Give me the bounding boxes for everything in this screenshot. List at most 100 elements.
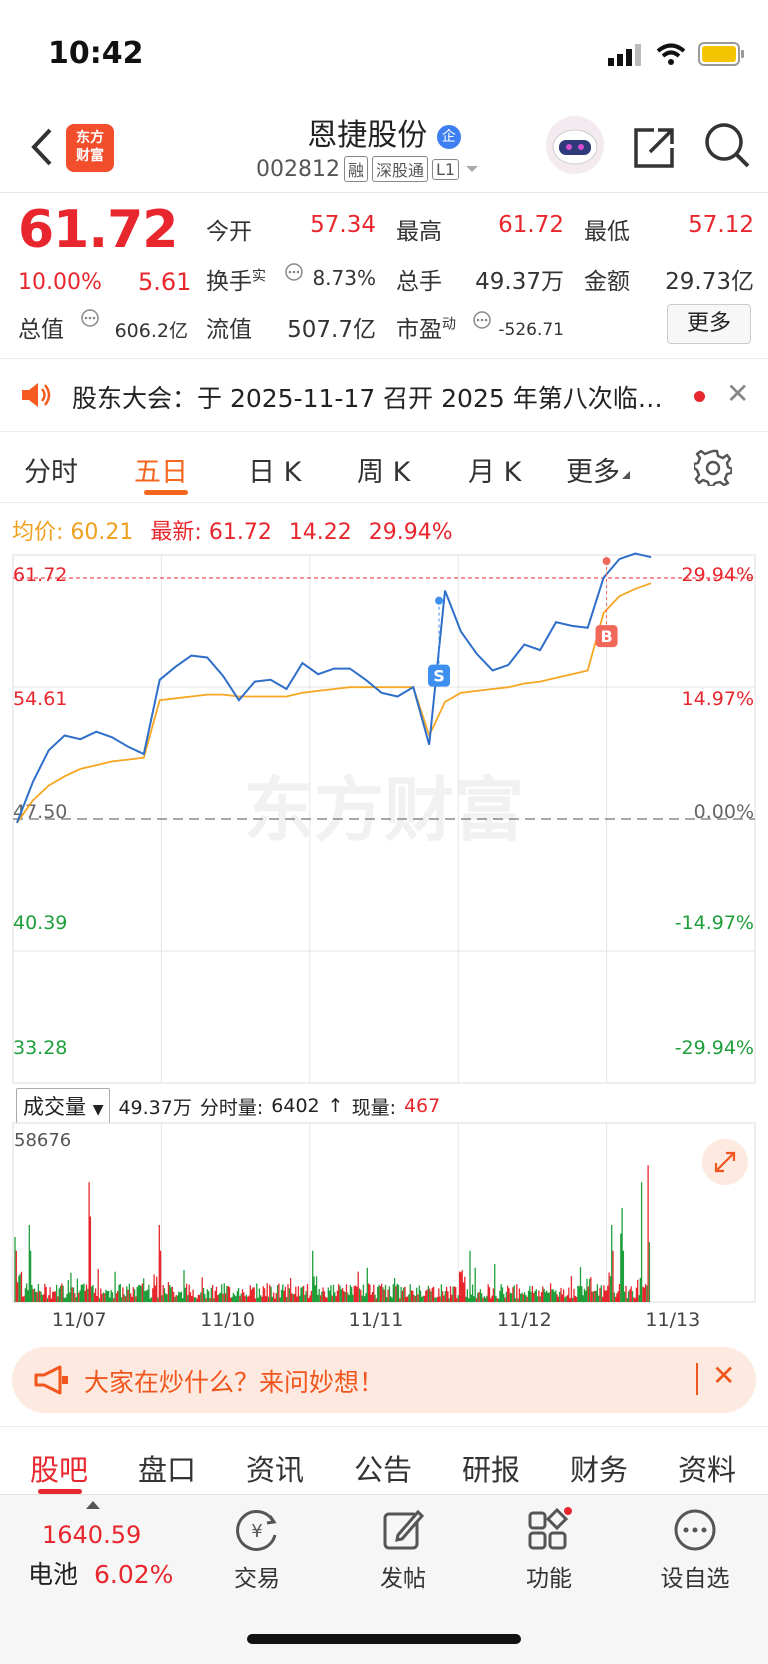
pe-label: 市盈动: [396, 310, 456, 344]
volume-frame: [12, 1122, 756, 1303]
volume-max-label: 58676: [14, 1130, 71, 1151]
stock-header: 东方 财富 恩捷股份 企 002812 融 深股通 L1: [0, 100, 768, 193]
sell-marker-label: S: [433, 667, 445, 686]
price-chart[interactable]: 东方财富61.7254.6147.5040.3933.2829.94%14.97…: [0, 552, 768, 1088]
x-tick-label: 11/13: [645, 1309, 700, 1331]
turnover-label-text: 换手: [206, 269, 252, 295]
home-indicator: [247, 1634, 521, 1644]
avg-value: 60.21: [70, 520, 134, 545]
x-tick-label: 11/10: [200, 1309, 255, 1331]
tick-volume-value: 6402: [271, 1095, 320, 1117]
ask-ai-banner[interactable]: 大家在炒什么？来问妙想！ ✕: [12, 1347, 756, 1413]
battery-index[interactable]: 电池 6.02%: [28, 1555, 173, 1591]
add-watchlist-label: 设自选: [660, 1566, 730, 1592]
tab-orderbook[interactable]: 盘口: [138, 1447, 196, 1489]
tab-research[interactable]: 研报: [462, 1447, 520, 1489]
share-icon[interactable]: [632, 124, 678, 170]
y-tick-label-right: -14.97%: [675, 912, 754, 934]
post-label: 发帖: [380, 1566, 426, 1592]
latest-label: 最新:: [150, 520, 202, 545]
volume-label: 总手: [396, 269, 442, 295]
tag-level: L1: [432, 158, 460, 180]
more-dots-icon: [674, 1509, 716, 1551]
tag-connect: 深股通: [372, 156, 429, 182]
battery-index-label: 电池: [28, 1560, 79, 1589]
amount-label: 金额: [584, 269, 630, 295]
pe-value: -526.71: [498, 320, 564, 340]
y-tick-label-left: 33.28: [13, 1037, 67, 1059]
chart-tabs: 分时 五日 日 K 周 K 月 K 更多: [0, 430, 768, 503]
search-icon[interactable]: [702, 120, 752, 170]
volume-chart[interactable]: 58676 11/07 11/10 11/11 11/12 11/13: [0, 1122, 768, 1332]
assistant-robot-icon[interactable]: [546, 116, 604, 174]
tab-news[interactable]: 资讯: [246, 1447, 304, 1489]
tab-intraday[interactable]: 分时: [24, 450, 78, 489]
volume-total: 49.37万: [118, 1096, 192, 1119]
speaker-icon: [22, 383, 51, 407]
trade-label: 交易: [234, 1566, 280, 1592]
functions-button[interactable]: 功能: [494, 1507, 604, 1593]
change-amount: 5.61: [138, 268, 192, 296]
mktcap-value: 606.2亿: [114, 320, 188, 342]
stock-code-row: 002812 融 深股通 L1: [256, 156, 481, 182]
pe-label-text: 市盈: [396, 317, 442, 343]
info-icon[interactable]: [472, 310, 492, 330]
tab-weekly-k[interactable]: 周 K: [357, 450, 410, 489]
volume-header: 成交量 ▼ 49.37万 分时量: 6402 ↑ 现量: 467: [16, 1088, 440, 1124]
turnover-value: 8.73%: [312, 266, 376, 290]
pe-sup: 动: [442, 316, 456, 333]
mktcap-label: 总值: [18, 317, 64, 343]
volume-indicator-select[interactable]: 成交量 ▼: [16, 1088, 111, 1124]
sell-marker-dot: [435, 596, 444, 605]
tab-profile[interactable]: 资料: [678, 1447, 736, 1489]
latest-percent: 29.94%: [368, 520, 453, 545]
float-label: 流值: [206, 317, 252, 343]
tab-five-day[interactable]: 五日: [134, 450, 188, 489]
tab-forum[interactable]: 股吧: [30, 1447, 88, 1489]
info-icon[interactable]: [80, 308, 100, 328]
unread-dot: [694, 391, 705, 402]
buy-marker-label: B: [600, 627, 612, 646]
y-tick-label-right: 0.00%: [694, 801, 754, 823]
close-icon[interactable]: ✕: [712, 1359, 735, 1392]
dropdown-icon[interactable]: [463, 163, 481, 175]
tag-margin: 融: [343, 156, 368, 182]
y-tick-label-left: 61.72: [13, 564, 67, 586]
tab-finance[interactable]: 财务: [570, 1447, 628, 1489]
tab-monthly-k[interactable]: 月 K: [468, 450, 521, 489]
up-triangle-icon: [86, 1501, 100, 1509]
close-icon[interactable]: ✕: [726, 377, 749, 410]
battery-index-pct: 6.02%: [93, 1560, 174, 1589]
status-time: 10:42: [48, 36, 144, 71]
avg-label: 均价:: [12, 520, 64, 545]
info-tabs: 股吧 盘口 资讯 公告 研报 财务 资料: [0, 1426, 768, 1497]
turnover-sup: 实: [252, 268, 266, 285]
current-price: 61.72: [18, 200, 178, 260]
add-watchlist-button[interactable]: 设自选: [640, 1507, 750, 1593]
tab-more[interactable]: 更多: [566, 450, 632, 489]
wifi-icon: [656, 43, 686, 65]
svg-text:¥: ¥: [251, 1521, 262, 1542]
trade-button[interactable]: ¥ 交易: [202, 1507, 312, 1593]
trade-icon: ¥: [236, 1510, 277, 1551]
buy-marker-dot: [602, 557, 611, 566]
volume-select-label: 成交量: [23, 1095, 86, 1119]
x-tick-label: 11/07: [52, 1309, 107, 1331]
battery-icon: [698, 42, 744, 66]
y-tick-label-left: 40.39: [13, 912, 67, 934]
post-button[interactable]: 发帖: [348, 1507, 458, 1593]
notice-bar[interactable]: 股东大会：于 2025-11-17 召开 2025 年第八次临… ✕: [0, 358, 768, 432]
settings-gear-icon[interactable]: [694, 448, 732, 486]
more-button[interactable]: 更多: [667, 304, 751, 344]
tick-volume-label: 分时量:: [199, 1096, 264, 1119]
banner-text: 大家在炒什么？来问妙想！: [84, 1368, 385, 1397]
battery-index-value[interactable]: 1640.59: [42, 1521, 141, 1549]
tab-announcements[interactable]: 公告: [354, 1447, 412, 1489]
divider: [696, 1363, 698, 1395]
x-tick-label: 11/12: [497, 1309, 552, 1331]
functions-label: 功能: [526, 1566, 572, 1592]
tab-daily-k[interactable]: 日 K: [248, 450, 301, 489]
now-volume-value: 467: [403, 1095, 441, 1117]
now-volume-label: 现量:: [351, 1096, 396, 1119]
enterprise-badge: 企: [436, 124, 461, 149]
